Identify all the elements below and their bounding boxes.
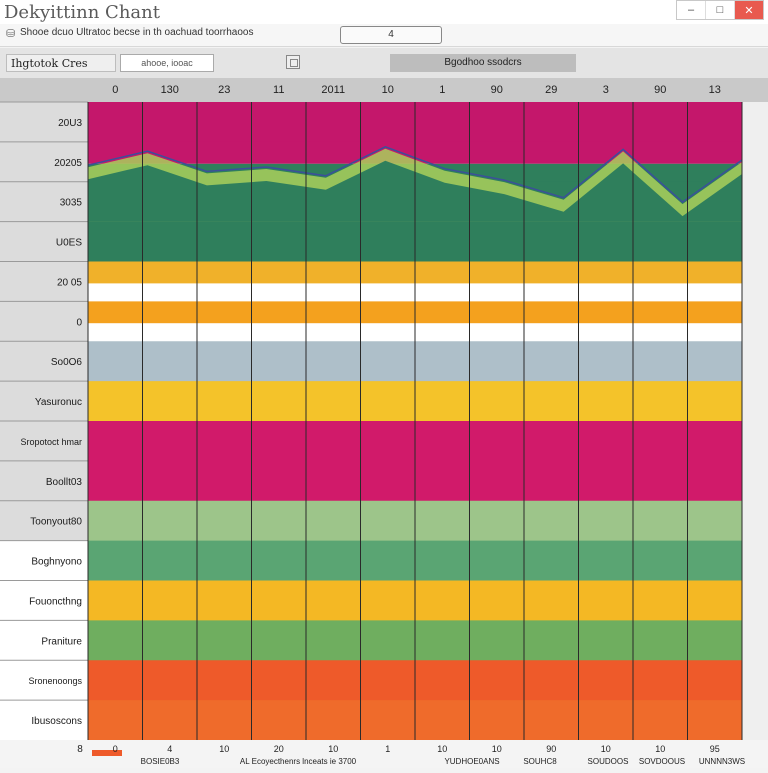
window-icon[interactable] xyxy=(286,55,300,69)
close-button[interactable]: ✕ xyxy=(735,1,763,19)
center-field[interactable]: 4 xyxy=(340,26,442,44)
top-tick-label: 29 xyxy=(545,84,557,96)
bottom-tick-label: 10 xyxy=(219,744,229,754)
title-bar: Dekyittinn Chant – □ ✕ xyxy=(0,0,768,24)
label-panel-lower xyxy=(0,540,88,768)
row-label: 0 xyxy=(76,317,82,328)
row-label: Sropotoct hmar xyxy=(20,437,82,447)
row-label: Boollt03 xyxy=(46,477,83,488)
top-tick-label: 2011 xyxy=(321,84,345,96)
bottom-label: UNNNN3WS xyxy=(699,757,745,766)
bottom-tick-label: 90 xyxy=(546,744,556,754)
bottom-label: AL Ecoyecthenrs lnceats ie 3700 xyxy=(240,757,357,766)
row-label: So0O6 xyxy=(51,357,83,368)
bottom-tick-label: 20 xyxy=(274,744,284,754)
top-tick-label: 90 xyxy=(654,84,666,96)
database-icon: ⛁ xyxy=(6,28,16,40)
toolbar-status: Bgodhoo ssodcrs xyxy=(390,54,576,72)
bottom-label: SOUDOOS xyxy=(588,757,629,766)
bottom-tick-label: 10 xyxy=(655,744,665,754)
top-tick-label: 11 xyxy=(273,84,284,96)
bottom-tick-label: 95 xyxy=(710,744,720,754)
row-label: 20 05 xyxy=(57,277,82,288)
row-label: Boghnyono xyxy=(31,557,82,568)
row-label: 3035 xyxy=(60,198,83,209)
bottom-label: SOUHC8 xyxy=(523,757,557,766)
top-tick-label: 1 xyxy=(439,84,445,96)
bottom-label: BOSIE0B3 xyxy=(141,757,180,766)
bottom-tick-label: 1 xyxy=(385,744,390,754)
bottom-tick-label: 10 xyxy=(601,744,611,754)
bottom-tick-label: 0 xyxy=(113,744,118,754)
top-tick-label: 90 xyxy=(491,84,503,96)
bottom-label: YUDHOE0ANS xyxy=(444,757,499,766)
row-label: U0ES xyxy=(56,238,82,249)
bottom-tick-label: 10 xyxy=(492,744,502,754)
bottom-tick-label: 10 xyxy=(437,744,447,754)
top-tick-label: 10 xyxy=(382,84,394,96)
subtitle-text: Shooe dcuo Ultratoc becse in th oachuad … xyxy=(20,27,254,38)
bottom-tick-label: 10 xyxy=(328,744,338,754)
top-tick-label: 130 xyxy=(161,84,179,96)
row-label: Fouoncthng xyxy=(29,596,82,607)
top-tick-label: 0 xyxy=(112,84,118,96)
row-label: Sronenoongs xyxy=(28,676,82,686)
toolbar-field[interactable]: ahooe, iooac xyxy=(120,54,214,72)
corner-label: 8 xyxy=(77,744,83,755)
top-tick-label: 23 xyxy=(218,84,230,96)
toolbar-label: Ihgtotok Cres xyxy=(6,54,116,72)
bottom-tick-label: 4 xyxy=(167,744,172,754)
subtitle-bar: ⛁ Shooe dcuo Ultratoc becse in th oachua… xyxy=(0,24,768,47)
maximize-button[interactable]: □ xyxy=(706,1,735,19)
row-label: 20205 xyxy=(54,158,82,169)
bottom-label: SOVDOOUS xyxy=(639,757,685,766)
row-label: Praniture xyxy=(41,636,82,647)
chart-area: 0 130 23 11 2011 10 1 90 29 3 90 13 20U3 20205 3035 U0E… xyxy=(0,78,768,768)
row-label: Ibusoscons xyxy=(31,716,82,727)
top-tick-label: 3 xyxy=(603,84,609,96)
top-tick-label: 13 xyxy=(709,84,721,96)
right-margin xyxy=(742,102,768,740)
window-title: Dekyittinn Chant xyxy=(4,2,160,23)
minimize-button[interactable]: – xyxy=(677,1,706,19)
row-label: Yasuronuc xyxy=(35,397,82,408)
row-label: Toonyout80 xyxy=(30,517,82,528)
toolbar: Ihgtotok Cres ahooe, iooac Bgodhoo ssodc… xyxy=(0,48,768,79)
window-controls: – □ ✕ xyxy=(676,0,764,20)
heatmap-chart: 0 130 23 11 2011 10 1 90 29 3 90 1320U3202053035U0E… xyxy=(0,78,768,768)
row-label: 20U3 xyxy=(58,118,82,129)
